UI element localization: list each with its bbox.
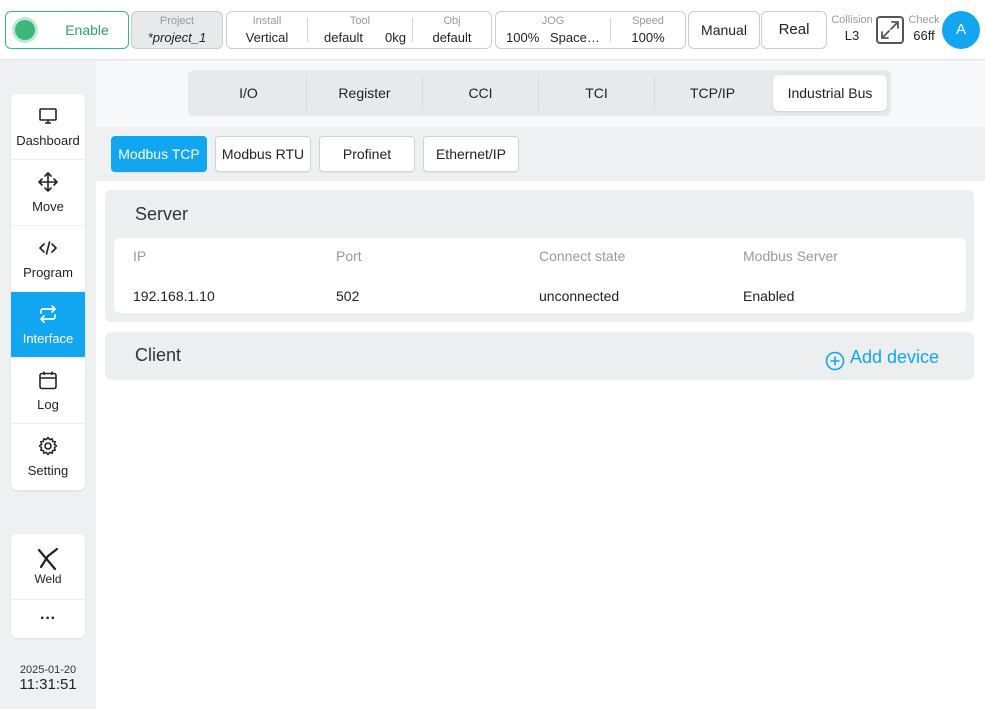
avatar[interactable]: A [942, 11, 980, 49]
monitor-icon [39, 108, 57, 124]
tabs-strip: I/O Register CCI TCI TCP/IP Industrial B… [96, 61, 985, 127]
tool-caption: Tool [349, 15, 371, 27]
client-title: Client [135, 345, 182, 365]
install-selector[interactable]: Install Vertical [227, 12, 307, 48]
project-caption: Project [159, 15, 195, 27]
sidebar-item-label: Weld [34, 572, 62, 586]
manual-button[interactable]: Manual [688, 11, 760, 49]
column-header-ip: IP [133, 248, 147, 264]
speed-value: 100% [631, 30, 665, 45]
top-bar: Enable Project *project_1 Install Vertic… [0, 0, 985, 60]
gear-icon [38, 436, 58, 456]
obj-selector[interactable]: Obj default [413, 12, 491, 48]
sidebar-item-move[interactable]: Move [11, 160, 85, 226]
collision-value: L3 [844, 28, 860, 43]
sidebar-item-program[interactable]: Program [11, 226, 85, 292]
cell-connect-state: unconnected [539, 288, 620, 304]
obj-caption: Obj [443, 15, 461, 27]
collision-caption: Collision [831, 14, 873, 26]
obj-value: default [432, 30, 472, 45]
enable-button[interactable]: Enable [5, 11, 129, 49]
subtab-profinet[interactable]: Profinet [319, 136, 415, 172]
main-panel: I/O Register CCI TCI TCP/IP Industrial B… [96, 61, 985, 709]
divider [306, 76, 307, 110]
code-icon [39, 241, 57, 255]
cell-ip: 192.168.1.10 [133, 288, 215, 304]
subtab-ethernet-ip[interactable]: Ethernet/IP [423, 136, 519, 172]
project-selector[interactable]: Project *project_1 [131, 11, 223, 49]
install-value: Vertical [245, 30, 289, 45]
enable-status-icon [15, 20, 35, 40]
tab-tcp-ip[interactable]: TCP/IP [656, 75, 769, 111]
calendar-icon [39, 371, 57, 390]
tool-weight: 0kg [385, 30, 406, 45]
sidebar-item-label: Setting [27, 463, 69, 478]
sidebar-item-interface[interactable]: Interface [11, 292, 85, 358]
fullscreen-icon[interactable] [876, 16, 904, 44]
sidebar-item-label: Log [37, 397, 59, 412]
divider [422, 76, 423, 110]
jog-speed-group: JOG 100% Space… Speed 100% [495, 11, 686, 49]
weld-torch-icon [37, 547, 59, 571]
sidebar-item-log[interactable]: Log [11, 358, 85, 424]
divider [538, 76, 539, 110]
sidebar-item-dashboard[interactable]: Dashboard [11, 94, 85, 160]
speed-selector[interactable]: Speed 100% [611, 12, 685, 48]
install-caption: Install [252, 15, 282, 27]
divider [654, 76, 655, 110]
jog-value: 100% [506, 30, 540, 45]
tab-io[interactable]: I/O [192, 75, 305, 111]
jog-selector[interactable]: JOG 100% Space… [496, 12, 610, 48]
add-device-label: Add device [850, 347, 940, 367]
subtab-modbus-rtu[interactable]: Modbus RTU [215, 136, 311, 172]
tab-register[interactable]: Register [308, 75, 421, 111]
sidebar-item-label: Interface [22, 331, 74, 346]
enable-label: Enable [65, 22, 109, 38]
sidebar-item-label: Move [32, 199, 64, 214]
server-title: Server [135, 204, 189, 224]
tab-tci[interactable]: TCI [540, 75, 653, 111]
client-section: Client Add device [105, 332, 974, 380]
sidebar-item-setting[interactable]: Setting [11, 424, 85, 490]
tab-cci[interactable]: CCI [424, 75, 537, 111]
add-circle-icon [825, 351, 845, 371]
sidebar-item-weld[interactable]: Weld [11, 534, 85, 600]
cell-port: 502 [336, 288, 360, 304]
sidebar-time: 11:31:51 [19, 676, 77, 693]
sidebar-item-more[interactable]: ··· [11, 600, 85, 638]
subtabs-strip: Modbus TCP Modbus RTU Profinet Ethernet/… [96, 127, 985, 181]
swap-arrows-icon [40, 305, 56, 323]
check-value: 66ff [913, 28, 935, 43]
sidebar-extra: Weld ··· [11, 534, 85, 638]
real-label: Real [778, 21, 810, 38]
speed-caption: Speed [632, 15, 664, 27]
install-tool-obj-group: Install Vertical Tool default 0kg Obj de… [226, 11, 492, 49]
check-caption: Check [908, 14, 940, 26]
project-value: *project_1 [147, 30, 207, 45]
manual-label: Manual [701, 22, 747, 38]
sidebar-item-label: Program [23, 265, 73, 280]
jog-space: Space… [550, 30, 600, 45]
check-status[interactable]: Check 66ff [904, 14, 944, 43]
move-arrows-icon [38, 172, 58, 192]
jog-caption: JOG [541, 15, 565, 27]
column-header-modbus-server: Modbus Server [743, 248, 838, 264]
real-button[interactable]: Real [761, 11, 827, 49]
sidebar-item-label: Dashboard [16, 133, 80, 148]
interface-tabs: I/O Register CCI TCI TCP/IP Industrial B… [188, 70, 891, 116]
tool-selector[interactable]: Tool default 0kg [308, 12, 412, 48]
column-header-port: Port [336, 248, 362, 264]
server-section: Server IP Port Connect state Modbus Serv… [105, 190, 974, 322]
tab-industrial-bus[interactable]: Industrial Bus [773, 75, 887, 111]
subtab-modbus-tcp[interactable]: Modbus TCP [111, 136, 207, 172]
server-table: IP Port Connect state Modbus Server 192.… [114, 238, 966, 313]
cell-modbus-server: Enabled [743, 288, 795, 304]
sidebar-nav: Dashboard Move Program Interface Log Set… [11, 94, 85, 490]
tool-value: default [324, 30, 364, 45]
collision-level[interactable]: Collision L3 [829, 14, 875, 43]
sidebar-date: 2025-01-20 [19, 664, 77, 676]
more-icon: ··· [40, 610, 56, 627]
column-header-connect-state: Connect state [539, 248, 626, 264]
